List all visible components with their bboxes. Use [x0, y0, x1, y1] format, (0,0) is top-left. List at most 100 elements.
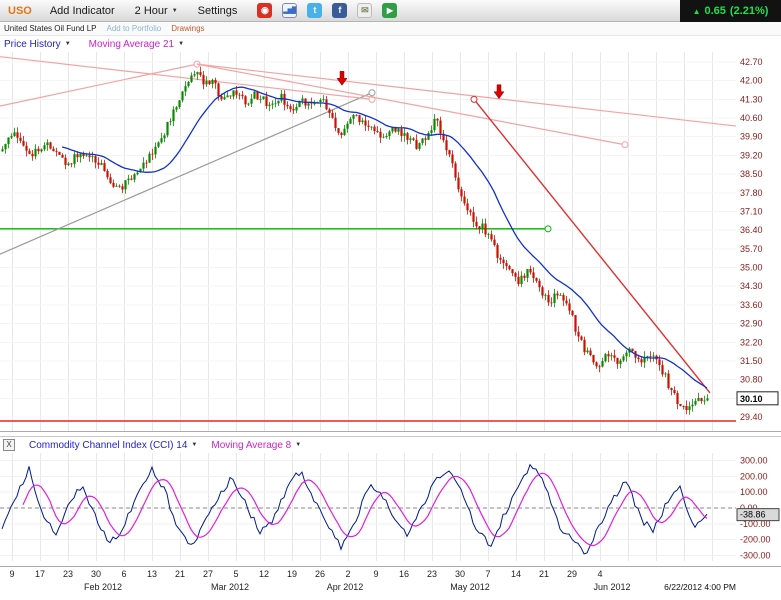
price-axis-label: 31.50	[740, 356, 763, 366]
close-icon[interactable]: X	[3, 439, 15, 451]
timeframe-value: 2 Hour	[135, 5, 168, 17]
date-tick-label: 9	[9, 569, 14, 579]
date-tick-label: 30	[91, 569, 101, 579]
price-history-dropdown[interactable]: Price History ▼	[4, 39, 71, 50]
drawings-link[interactable]: Drawings	[171, 24, 204, 33]
date-tick-label: 9	[373, 569, 378, 579]
price-axis-label: 33.60	[740, 300, 763, 310]
date-tick-label: 21	[175, 569, 185, 579]
date-tick-label: 16	[399, 569, 409, 579]
price-axis-label: 35.00	[740, 263, 763, 273]
ma8-dropdown[interactable]: Moving Average 8 ▼	[211, 440, 301, 451]
price-axis-label: 38.50	[740, 169, 763, 179]
cci-chart-canvas[interactable]: 300.00200.00100.000.00-100.00-200.00-300…	[0, 453, 781, 567]
date-tick-label: 19	[287, 569, 297, 579]
bar-chart-icon[interactable]: ▂▅▇	[282, 3, 297, 18]
downtrend-red-line[interactable]	[474, 99, 710, 393]
toolbar: USO Add Indicator 2 Hour ▼ Settings ◉ ▂▅▇…	[0, 0, 781, 22]
price-pane-legend: Price History ▼ Moving Average 21 ▼	[4, 37, 184, 52]
price-axis-label: 42.70	[740, 57, 763, 67]
month-label: Jun 2012	[593, 582, 630, 592]
price-axis-label: 29.40	[740, 412, 763, 422]
drawing-handle[interactable]	[622, 142, 628, 148]
price-axis-label: 32.20	[740, 337, 763, 347]
cci-dropdown[interactable]: Commodity Channel Index (CCI) 14 ▼	[29, 440, 197, 451]
date-tick-label: 13	[147, 569, 157, 579]
symbol-subheader: United States Oil Fund LP Add to Portfol…	[0, 22, 781, 36]
price-axis-label: 40.60	[740, 113, 763, 123]
drawing-handle[interactable]	[369, 90, 375, 96]
ma21-line	[62, 87, 707, 388]
chevron-down-icon: ▼	[172, 8, 178, 14]
down-arrow-annotation[interactable]	[337, 71, 347, 85]
date-tick-label: 5	[233, 569, 238, 579]
falling-pink-long-line[interactable]	[197, 64, 736, 126]
cci-label: Commodity Channel Index (CCI) 14	[29, 440, 187, 451]
cci-axis-label: 100.00	[740, 487, 768, 497]
chevron-down-icon: ▼	[295, 442, 301, 448]
ma21-label: Moving Average 21	[89, 39, 174, 50]
twitter-icon[interactable]: t	[307, 3, 322, 18]
date-tick-label: 7	[485, 569, 490, 579]
chevron-down-icon: ▼	[191, 442, 197, 448]
timestamp-label: 6/22/2012 4:00 PM	[664, 582, 736, 592]
current-price-label: 30.10	[740, 394, 763, 404]
chevron-down-icon: ▼	[65, 41, 71, 47]
month-label: May 2012	[450, 582, 490, 592]
date-tick-label: 23	[427, 569, 437, 579]
date-tick-label: 17	[35, 569, 45, 579]
ma8-label: Moving Average 8	[211, 440, 291, 451]
symbol-label[interactable]: USO	[8, 5, 32, 17]
cci-ma-line	[23, 473, 707, 546]
date-tick-label: 29	[567, 569, 577, 579]
date-tick-label: 30	[455, 569, 465, 579]
date-tick-label: 21	[539, 569, 549, 579]
date-axis: 9172330613212751219262916233071421294Feb…	[0, 567, 781, 600]
date-tick-label: 26	[315, 569, 325, 579]
timeframe-dropdown[interactable]: 2 Hour ▼	[135, 5, 178, 17]
change-percent: (2.21%)	[730, 5, 769, 17]
date-tick-label: 12	[259, 569, 269, 579]
price-axis-label: 37.10	[740, 206, 763, 216]
add-to-portfolio-link[interactable]: Add to Portfolio	[107, 24, 162, 33]
company-name: United States Oil Fund LP	[4, 24, 97, 33]
price-history-label: Price History	[4, 39, 61, 50]
falling-pink-channel-line[interactable]	[197, 64, 625, 145]
cci-pane-header: X Commodity Channel Index (CCI) 14 ▼ Movi…	[0, 436, 781, 453]
price-axis-label: 37.80	[740, 188, 763, 198]
cci-axis-label: 300.00	[740, 456, 768, 466]
price-axis-label: 32.90	[740, 319, 763, 329]
cci-axis-label: -300.00	[740, 550, 771, 560]
price-axis-label: 36.40	[740, 225, 763, 235]
month-label: Apr 2012	[327, 582, 364, 592]
facebook-icon[interactable]: f	[332, 3, 347, 18]
price-chart-canvas[interactable]: 42.7042.0041.3040.6039.9039.2038.5037.80…	[0, 52, 781, 432]
drawing-handle[interactable]	[471, 96, 477, 102]
candles	[1, 67, 708, 415]
settings-button[interactable]: Settings	[198, 5, 238, 17]
price-axis-label: 35.70	[740, 244, 763, 254]
cci-axis-label: -200.00	[740, 535, 771, 545]
date-tick-label: 14	[511, 569, 521, 579]
month-label: Feb 2012	[84, 582, 122, 592]
price-axis-label: 42.00	[740, 76, 763, 86]
ma21-dropdown[interactable]: Moving Average 21 ▼	[89, 39, 184, 50]
charting-app: USO Add Indicator 2 Hour ▼ Settings ◉ ▂▅▇…	[0, 0, 781, 600]
price-axis-label: 34.30	[740, 281, 763, 291]
date-tick-label: 2	[345, 569, 350, 579]
date-tick-label: 27	[203, 569, 213, 579]
logo-icon[interactable]: ◉	[257, 3, 272, 18]
add-indicator-button[interactable]: Add Indicator	[50, 5, 115, 17]
date-tick-label: 23	[63, 569, 73, 579]
date-tick-label: 6	[121, 569, 126, 579]
chevron-down-icon: ▼	[178, 41, 184, 47]
price-axis-label: 39.90	[740, 132, 763, 142]
drawing-handle[interactable]	[545, 226, 551, 232]
price-axis-label: 41.30	[740, 94, 763, 104]
change-value: 0.65	[704, 5, 725, 17]
email-icon[interactable]: ✉	[357, 3, 372, 18]
cci-current-value-label: -38.86	[740, 510, 766, 520]
date-tick-label: 4	[597, 569, 602, 579]
down-arrow-annotation[interactable]	[494, 85, 504, 99]
play-icon[interactable]: ▶	[382, 3, 397, 18]
